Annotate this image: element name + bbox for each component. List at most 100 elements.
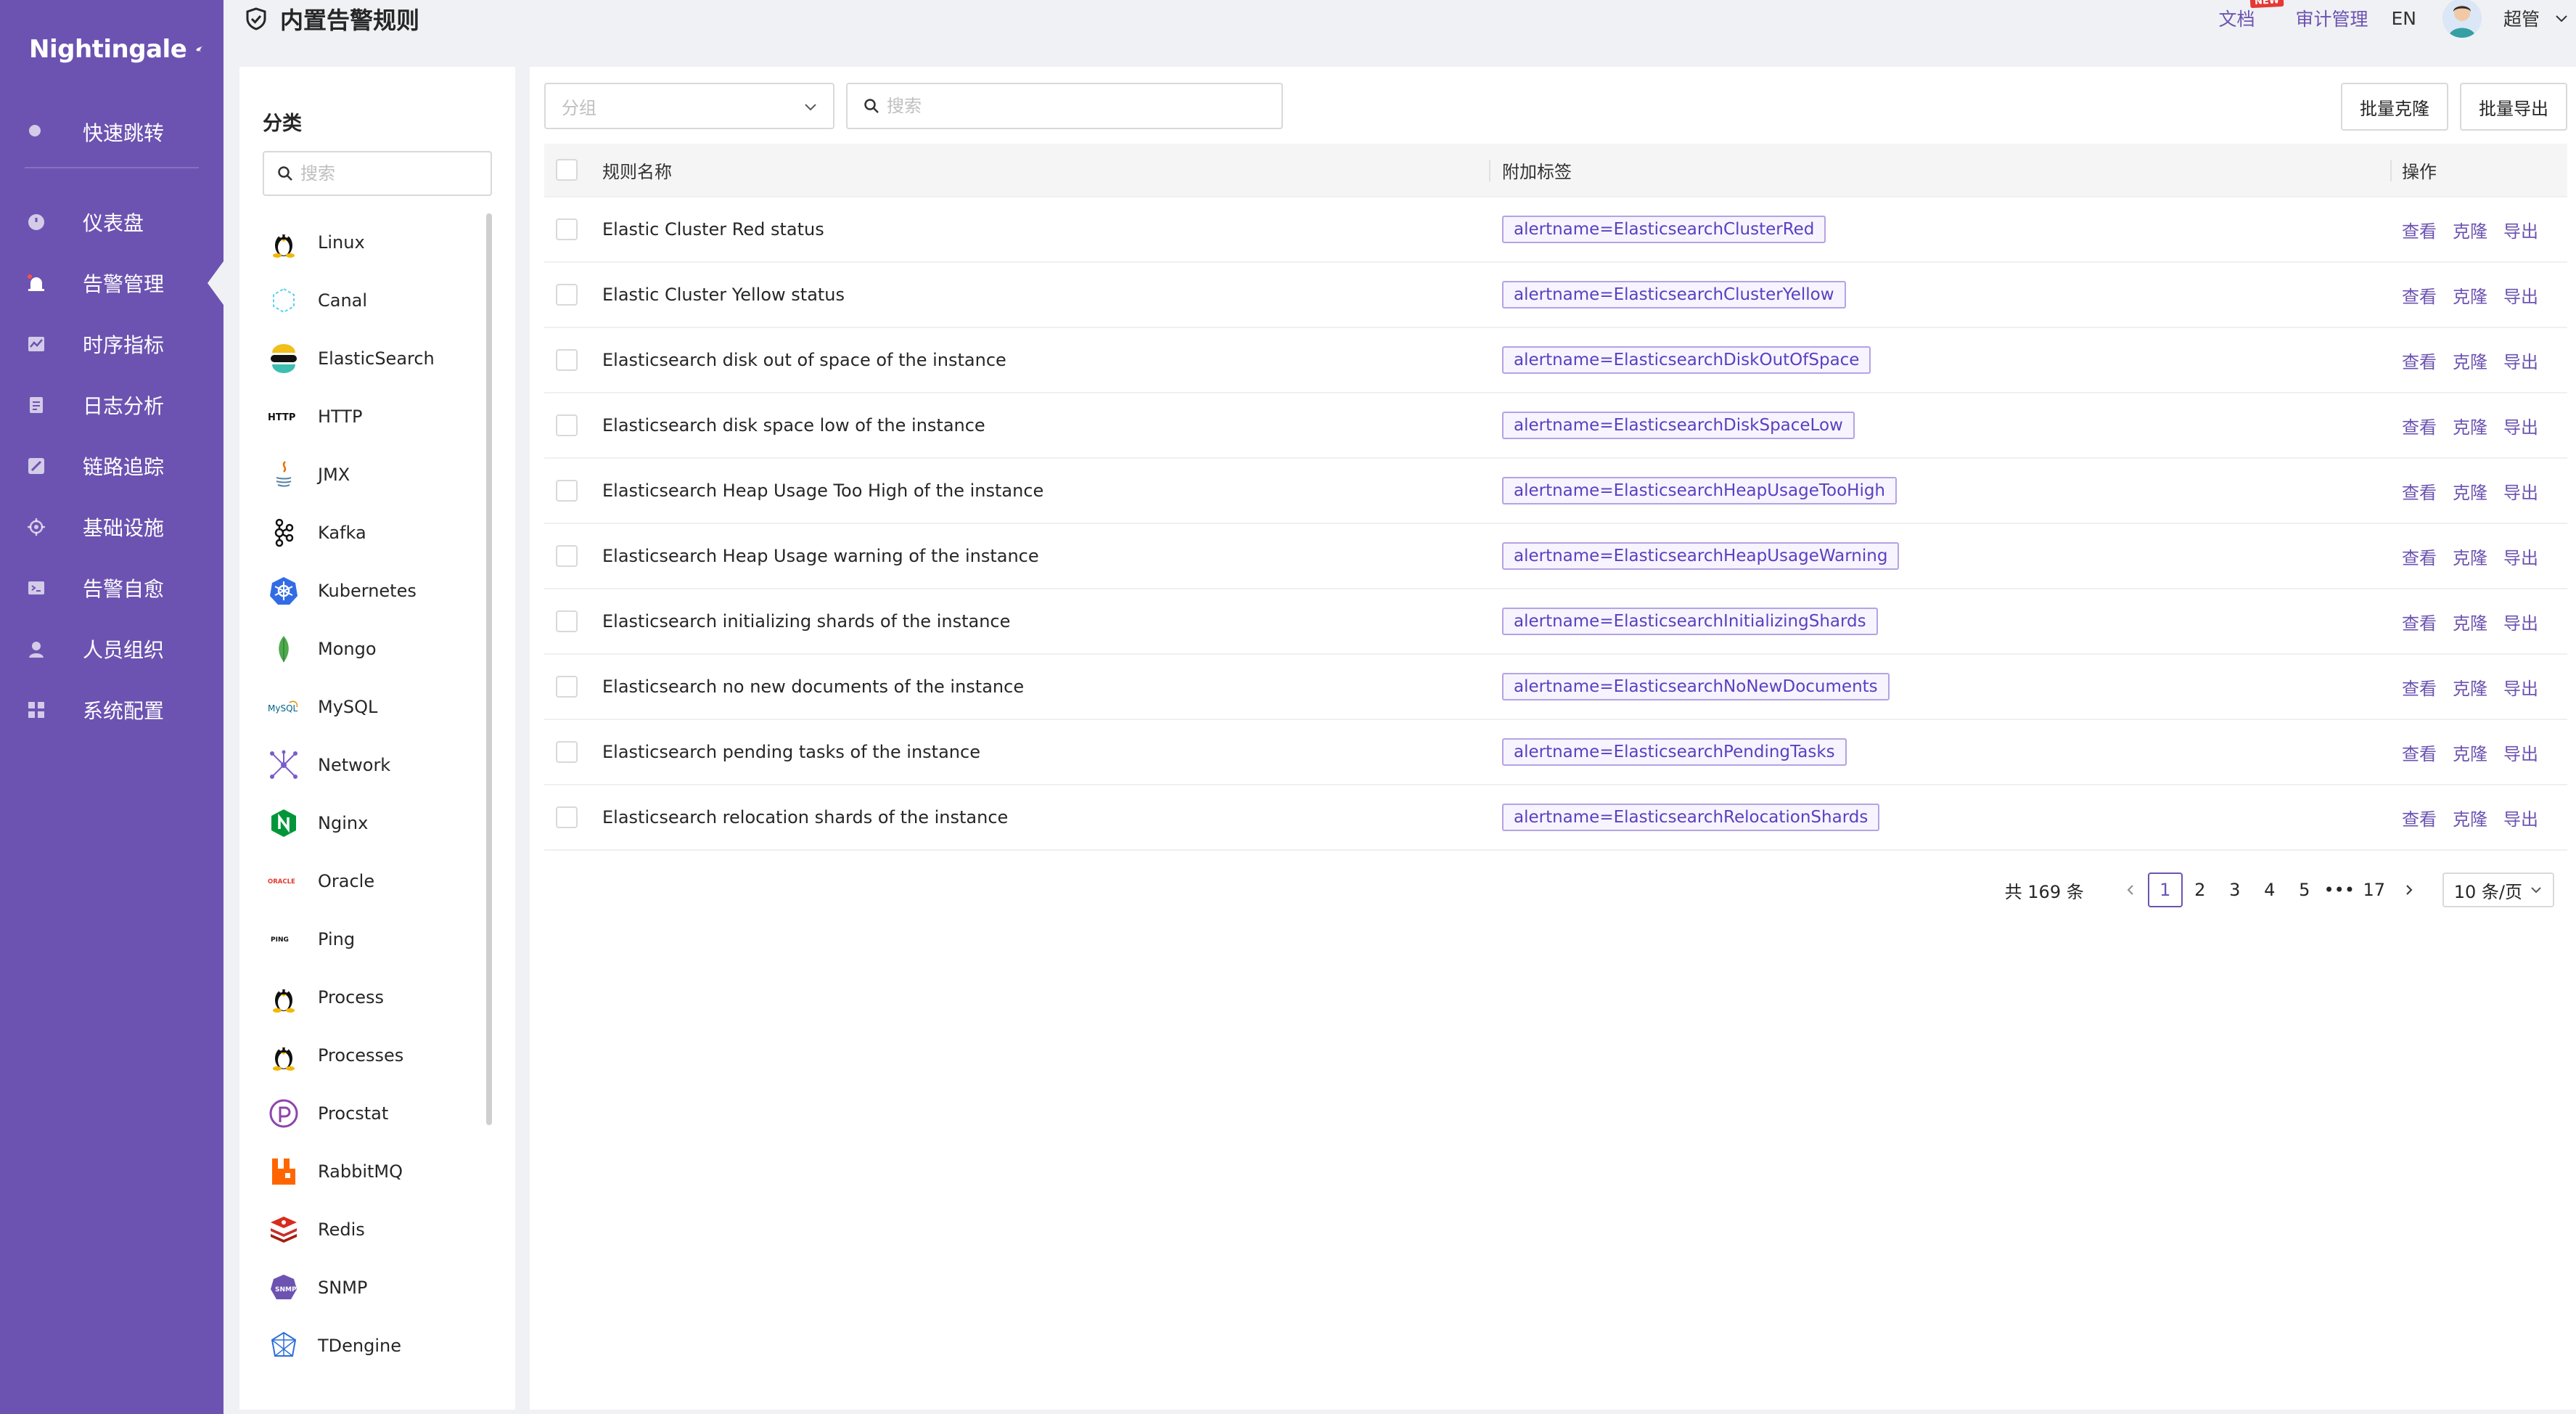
row-checkbox[interactable]: [556, 610, 578, 632]
svg-text:MySQL: MySQL: [268, 703, 298, 714]
nav-item-8[interactable]: 人员组织: [0, 618, 223, 679]
clone-link[interactable]: 克隆: [2453, 221, 2487, 242]
export-link[interactable]: 导出: [2503, 809, 2538, 830]
clone-link[interactable]: 克隆: [2453, 548, 2487, 568]
category-item[interactable]: RabbitMQ: [261, 1143, 493, 1201]
export-link[interactable]: 导出: [2503, 221, 2538, 242]
nav-item-0[interactable]: 快速跳转: [0, 102, 223, 163]
export-link[interactable]: 导出: [2503, 287, 2538, 307]
nav-item-3[interactable]: 时序指标: [0, 314, 223, 375]
view-link[interactable]: 查看: [2402, 483, 2437, 503]
export-link[interactable]: 导出: [2503, 417, 2538, 438]
row-checkbox[interactable]: [556, 218, 578, 240]
docs-link[interactable]: 文档 NEW: [2218, 0, 2284, 31]
linux-icon: [266, 224, 302, 261]
view-link[interactable]: 查看: [2402, 548, 2437, 568]
batch-clone-button[interactable]: 批量克隆: [2341, 83, 2448, 131]
chevron-left-icon: [2127, 885, 2133, 895]
nav-item-4[interactable]: 日志分析: [0, 375, 223, 436]
nav-item-1[interactable]: 仪表盘: [0, 192, 223, 253]
row-checkbox[interactable]: [556, 741, 578, 763]
category-search-input[interactable]: [300, 163, 489, 184]
rule-search-input[interactable]: [887, 96, 1250, 116]
category-item[interactable]: Procstat: [261, 1084, 493, 1143]
export-link[interactable]: 导出: [2503, 352, 2538, 372]
select-all-checkbox[interactable]: [556, 159, 578, 181]
row-checkbox[interactable]: [556, 414, 578, 436]
view-link[interactable]: 查看: [2402, 221, 2437, 242]
category-item[interactable]: ElasticSearch: [261, 330, 493, 388]
row-checkbox[interactable]: [556, 545, 578, 567]
group-select[interactable]: 分组: [544, 83, 834, 129]
page-number[interactable]: 2: [2183, 872, 2218, 907]
category-item[interactable]: Canal: [261, 271, 493, 330]
avatar[interactable]: [2442, 0, 2482, 38]
audit-link[interactable]: 审计管理: [2295, 5, 2368, 31]
clone-link[interactable]: 克隆: [2453, 483, 2487, 503]
chevron-down-icon[interactable]: [2553, 9, 2570, 27]
category-item[interactable]: PING Ping: [261, 910, 493, 968]
nav-item-7[interactable]: 告警自愈: [0, 557, 223, 618]
clone-link[interactable]: 克隆: [2453, 287, 2487, 307]
view-link[interactable]: 查看: [2402, 417, 2437, 438]
page-size-select[interactable]: 10 条/页: [2442, 872, 2554, 907]
page-number[interactable]: 5: [2287, 872, 2322, 907]
nav-item-2[interactable]: 告警管理: [0, 253, 223, 314]
category-item[interactable]: SNMP SNMP: [261, 1259, 493, 1317]
clone-link[interactable]: 克隆: [2453, 744, 2487, 764]
prev-page-button[interactable]: [2113, 872, 2148, 907]
category-item[interactable]: ORACLE Oracle: [261, 852, 493, 910]
view-link[interactable]: 查看: [2402, 352, 2437, 372]
category-item[interactable]: Processes: [261, 1026, 493, 1084]
page-ellipsis[interactable]: •••: [2322, 872, 2357, 907]
page-number[interactable]: 1: [2147, 872, 2183, 907]
username[interactable]: 超管: [2503, 5, 2540, 31]
view-link[interactable]: 查看: [2402, 287, 2437, 307]
nav-item-label: 基础设施: [83, 516, 165, 540]
row-checkbox[interactable]: [556, 284, 578, 306]
view-link[interactable]: 查看: [2402, 679, 2437, 699]
batch-export-button[interactable]: 批量导出: [2460, 83, 2567, 131]
page-number[interactable]: 17: [2357, 872, 2392, 907]
view-link[interactable]: 查看: [2402, 809, 2437, 830]
category-item[interactable]: Mongo: [261, 620, 493, 678]
category-item[interactable]: MySQL MySQL: [261, 678, 493, 736]
avatar-image: [2442, 0, 2482, 38]
category-item[interactable]: JMX: [261, 446, 493, 504]
nav-item-6[interactable]: 基础设施: [0, 496, 223, 557]
category-item[interactable]: Network: [261, 736, 493, 794]
export-link[interactable]: 导出: [2503, 744, 2538, 764]
category-item[interactable]: Kafka: [261, 504, 493, 562]
category-item[interactable]: Process: [261, 968, 493, 1026]
view-link[interactable]: 查看: [2402, 744, 2437, 764]
clone-link[interactable]: 克隆: [2453, 679, 2487, 699]
clone-link[interactable]: 克隆: [2453, 352, 2487, 372]
category-item[interactable]: HTTP HTTP: [261, 388, 493, 446]
nav-item-9[interactable]: 系统配置: [0, 679, 223, 740]
export-link[interactable]: 导出: [2503, 679, 2538, 699]
row-checkbox[interactable]: [556, 349, 578, 371]
nav-item-5[interactable]: 链路追踪: [0, 436, 223, 496]
category-scrollbar[interactable]: [486, 213, 492, 1125]
clone-link[interactable]: 克隆: [2453, 809, 2487, 830]
clone-link[interactable]: 克隆: [2453, 613, 2487, 634]
row-checkbox[interactable]: [556, 480, 578, 502]
page-number[interactable]: 3: [2218, 872, 2252, 907]
category-item[interactable]: Redis: [261, 1201, 493, 1259]
line-chart-icon: [25, 332, 48, 356]
logo[interactable]: Nightingale: [29, 20, 203, 78]
category-item[interactable]: Linux: [261, 213, 493, 271]
next-page-button[interactable]: [2392, 872, 2427, 907]
page-number[interactable]: 4: [2252, 872, 2287, 907]
category-item[interactable]: Kubernetes: [261, 562, 493, 620]
language-switch[interactable]: EN: [2391, 8, 2416, 29]
row-checkbox[interactable]: [556, 806, 578, 828]
clone-link[interactable]: 克隆: [2453, 417, 2487, 438]
export-link[interactable]: 导出: [2503, 483, 2538, 503]
category-item[interactable]: TDengine: [261, 1317, 493, 1375]
row-checkbox[interactable]: [556, 676, 578, 698]
export-link[interactable]: 导出: [2503, 613, 2538, 634]
view-link[interactable]: 查看: [2402, 613, 2437, 634]
export-link[interactable]: 导出: [2503, 548, 2538, 568]
category-item[interactable]: Nginx: [261, 794, 493, 852]
